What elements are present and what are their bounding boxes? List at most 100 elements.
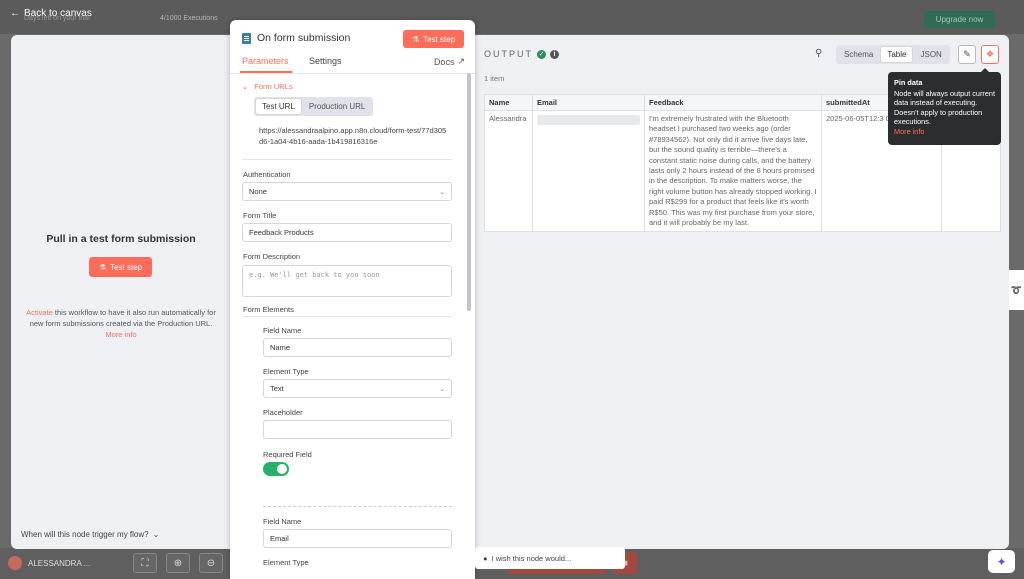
scrollbar[interactable]: [467, 73, 471, 311]
element-type-select[interactable]: Text ⌄: [263, 379, 452, 398]
test-url-tab[interactable]: Test URL: [256, 99, 301, 114]
form-icon: [242, 32, 251, 44]
view-table-tab[interactable]: Table: [881, 47, 913, 62]
field-name-input[interactable]: Name: [263, 338, 452, 357]
placeholder-label: Placeholder: [263, 408, 303, 417]
form-title-input[interactable]: Feedback Products: [242, 223, 452, 242]
node-feedback-input[interactable]: ● I wish this node would...: [475, 547, 625, 569]
tooltip-title: Pin data: [894, 78, 923, 87]
side-handle[interactable]: ➰: [1009, 270, 1024, 310]
zoom-in-button[interactable]: ⊕: [166, 553, 190, 573]
activate-hint: Activate this workflow to have it also r…: [21, 307, 221, 340]
info-icon[interactable]: i: [550, 49, 559, 59]
trial-text: Days left on your trial: [24, 15, 90, 22]
output-title-label: OUTPUT: [484, 49, 533, 59]
zoom-out-icon: ⊖: [206, 557, 216, 569]
field-name-input[interactable]: Email: [263, 529, 452, 548]
cell-name: Alessandra: [484, 109, 533, 233]
fit-view-button[interactable]: ⛶: [133, 553, 157, 573]
upgrade-button[interactable]: Upgrade now: [924, 11, 995, 28]
chevron-down-icon: ⌄: [439, 188, 445, 196]
required-field-toggle[interactable]: [263, 462, 289, 476]
authentication-select[interactable]: None ⌄: [242, 182, 452, 201]
flask-icon: ⚗: [98, 262, 107, 272]
docs-link[interactable]: Docs ↗: [434, 56, 465, 67]
element-type-label: Element Type: [263, 558, 309, 567]
check-circle-icon: ✓: [537, 49, 546, 59]
zoom-in-icon: ⊕: [173, 557, 183, 569]
element-type-label: Element Type: [263, 367, 309, 376]
trigger-question-label: When will this node trigger my flow?: [21, 530, 149, 539]
node-title-label: On form submission: [257, 32, 351, 44]
divider: [242, 159, 452, 160]
blurred-email: [537, 115, 640, 125]
user-menu[interactable]: ALESSANDRA ...: [8, 556, 90, 570]
pencil-icon: ✎: [963, 49, 971, 59]
sparkle-icon: ✦: [996, 554, 1007, 569]
cell-email: [532, 109, 645, 233]
url-type-switch: Test URL Production URL: [254, 97, 374, 116]
pin-data-tooltip: Pin data Node will always output current…: [888, 68, 1001, 145]
fit-view-icon: ⛶: [141, 557, 149, 569]
tooltip-text: Node will always output current data ins…: [894, 88, 995, 127]
form-elements-label: Form Elements: [243, 305, 294, 314]
search-icon[interactable]: ⚲: [815, 48, 822, 59]
avatar: [8, 556, 22, 570]
form-description-placeholder: e.g. We'll get back to you soon: [249, 271, 380, 279]
input-pane: Pull in a test form submission ⚗ Test st…: [11, 35, 231, 549]
arrow-left-icon: ←: [10, 8, 20, 19]
node-title: On form submission: [242, 32, 350, 44]
output-view-switch: Schema Table JSON: [836, 45, 950, 64]
column-header: Feedback: [644, 94, 822, 111]
input-test-step-button[interactable]: ⚗ Test step: [89, 257, 152, 277]
output-title: OUTPUT ✓ i: [484, 49, 559, 59]
trigger-question[interactable]: When will this node trigger my flow? ⌄: [21, 530, 159, 539]
activate-link[interactable]: Activate: [26, 308, 53, 317]
handle-icon: ➰: [1010, 284, 1023, 295]
production-url-tab[interactable]: Production URL: [303, 99, 371, 114]
node-parameters-panel: On form submission ⚗ Test step Parameter…: [230, 20, 475, 579]
divider: [242, 316, 452, 317]
tab-settings[interactable]: Settings: [309, 56, 342, 66]
form-title-value: Feedback Products: [249, 228, 314, 237]
items-count: 1 item: [484, 74, 505, 83]
authentication-label: Authentication: [243, 170, 291, 179]
node-test-step-button[interactable]: ⚗ Test step: [403, 30, 464, 48]
form-urls-toggle[interactable]: ⌄ Form URLs: [242, 82, 293, 91]
ai-assistant-button[interactable]: ✦: [988, 550, 1015, 573]
form-description-input[interactable]: e.g. We'll get back to you soon: [242, 265, 452, 297]
cell-feedback: I'm extremely frustrated with the Blueto…: [644, 109, 822, 233]
test-step-label: Test step: [423, 34, 456, 44]
pin-icon: ❖: [985, 49, 995, 59]
required-field-label: Required Field: [263, 450, 312, 459]
tab-parameters[interactable]: Parameters: [242, 56, 289, 66]
edit-output-button[interactable]: ✎: [958, 45, 976, 64]
placeholder-input[interactable]: [263, 420, 452, 439]
zoom-out-button[interactable]: ⊖: [199, 553, 223, 573]
authentication-value: None: [249, 187, 267, 196]
test-step-label: Test step: [110, 262, 143, 272]
form-description-label: Form Description: [243, 252, 301, 261]
field-name-label: Field Name: [263, 517, 302, 526]
form-urls-label: Form URLs: [254, 82, 293, 91]
field-name-value: Name: [270, 343, 291, 352]
view-json-tab[interactable]: JSON: [914, 47, 947, 62]
column-header: Email: [532, 94, 645, 111]
form-url[interactable]: https://alessandraalpino.app.n8n.cloud/f…: [259, 126, 449, 147]
form-title-label: Form Title: [243, 211, 277, 220]
field-name-value: Email: [270, 534, 289, 543]
flask-icon: ⚗: [411, 34, 420, 44]
node-details-modal: Pull in a test form submission ⚗ Test st…: [11, 35, 1009, 549]
docs-label: Docs: [433, 56, 455, 67]
external-link-icon: ↗: [457, 56, 465, 66]
tooltip-more-info-link[interactable]: More info: [894, 127, 995, 137]
more-info-link[interactable]: More info: [105, 330, 136, 339]
pin-data-button[interactable]: ❖: [981, 45, 999, 64]
active-tab-indicator: [240, 71, 292, 73]
view-schema-tab[interactable]: Schema: [838, 47, 879, 62]
activate-text: this workflow to have it also run automa…: [29, 308, 216, 328]
element-type-value: Text: [270, 384, 284, 393]
field-name-label: Field Name: [263, 326, 302, 335]
element-divider: [263, 506, 452, 507]
chevron-down-icon: ⌄: [152, 530, 160, 539]
